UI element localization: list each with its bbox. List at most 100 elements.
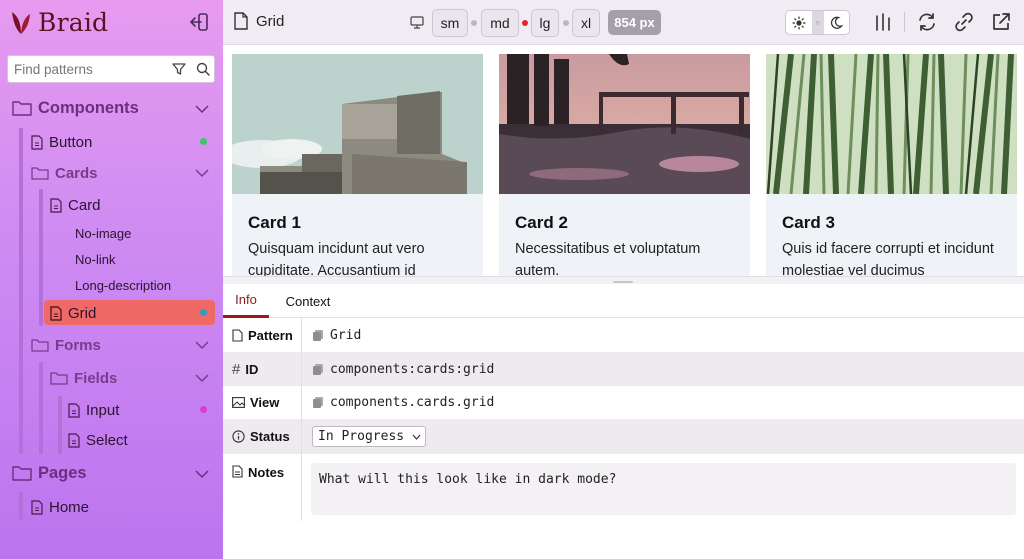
nav-group-forms[interactable]: Forms [31, 333, 101, 357]
nav-item-card[interactable]: Card [50, 193, 101, 217]
chevron-down-icon[interactable] [195, 168, 209, 178]
refresh-icon[interactable] [916, 11, 938, 33]
toolbar: Grid sm md lg xl 854 px ○ [223, 0, 1024, 45]
info-value: Grid [302, 318, 1024, 352]
nav-label: No-image [75, 225, 132, 241]
card-description: Quis id facere corrupti et incidunt mole… [782, 241, 994, 276]
pattern-id-value: components:cards:grid [330, 361, 495, 377]
nav-label: Fields [74, 369, 118, 387]
status-dot [200, 406, 207, 413]
info-key: Pattern [223, 318, 302, 352]
nav-label: Card [68, 196, 101, 214]
copy-icon[interactable] [312, 363, 324, 376]
nav-label: No-link [75, 251, 116, 267]
nav-item-grid[interactable]: Grid [50, 301, 96, 325]
info-key: # ID [223, 352, 302, 386]
chevron-down-icon[interactable] [195, 340, 209, 350]
chevron-down-icon [412, 434, 421, 440]
nav-item-select[interactable]: Select [68, 428, 128, 452]
theme-auto-option[interactable]: ○ [811, 11, 824, 34]
folder-icon [50, 372, 68, 385]
chevron-down-icon[interactable] [195, 373, 209, 383]
nav-group-fields[interactable]: Fields [50, 366, 117, 390]
brand[interactable]: Braid [10, 8, 108, 37]
info-key-label: Notes [248, 465, 285, 480]
info-key-label: Pattern [248, 327, 293, 343]
search-input[interactable] [14, 61, 164, 77]
info-icon [232, 430, 245, 443]
filter-icon[interactable] [171, 61, 187, 77]
nav-section-pages[interactable]: Pages [12, 461, 87, 485]
breakpoint-current-dot [522, 20, 528, 26]
info-value: components:cards:grid [302, 352, 1024, 386]
panel-resize-handle[interactable] [223, 276, 1024, 284]
nav-group-cards[interactable]: Cards [31, 161, 98, 185]
breakpoint-lg-button[interactable]: lg [531, 9, 559, 37]
pattern-title: Grid [234, 12, 284, 30]
theme-toggle[interactable]: ○ [785, 10, 850, 35]
notes-textarea[interactable]: What will this look like in dark mode? [311, 463, 1016, 515]
nav-label: Input [86, 401, 120, 419]
file-icon [50, 305, 62, 321]
nav-item-no-link[interactable]: No-link [75, 247, 115, 271]
file-icon [31, 134, 43, 150]
search-icon[interactable] [195, 61, 211, 77]
card[interactable]: Card 2 Necessitatibus et voluptatum aute… [499, 54, 750, 276]
file-icon [232, 328, 243, 342]
file-icon [50, 197, 62, 213]
nav-label: Pages [38, 463, 87, 482]
nav-item-input[interactable]: Input [68, 398, 119, 422]
tab-context[interactable]: Context [277, 284, 339, 318]
chevron-down-icon[interactable] [195, 104, 209, 114]
info-key-label: ID [245, 361, 259, 377]
sun-icon[interactable] [786, 11, 812, 34]
app-name: Braid [38, 8, 109, 37]
tree-line [39, 362, 43, 454]
nav-item-long-description[interactable]: Long-description [75, 273, 171, 297]
viewport-width-badge: 854 px [608, 10, 661, 35]
nav-item-button[interactable]: Button [31, 130, 92, 154]
card-image-building [232, 54, 483, 194]
hash-icon: # [232, 360, 241, 378]
nav-label: Select [86, 431, 128, 449]
link-icon[interactable] [953, 11, 975, 33]
ruler-icon[interactable] [872, 11, 894, 33]
copy-icon[interactable] [312, 396, 324, 409]
breakpoint-sm-button[interactable]: sm [432, 9, 468, 37]
tree-line [39, 189, 43, 326]
monitor-icon [410, 16, 424, 29]
pattern-preview: Card 1 Quisquam incidunt aut vero cupidi… [223, 45, 1024, 276]
status-select[interactable]: In Progress [312, 426, 427, 447]
folder-icon [31, 339, 49, 352]
card-title: Card 2 [515, 213, 568, 232]
external-link-icon[interactable] [990, 11, 1012, 33]
braid-logo-icon [12, 11, 30, 34]
nav-item-no-image[interactable]: No-image [75, 221, 131, 245]
tab-info[interactable]: Info [223, 284, 269, 318]
card[interactable]: Card 3 Quis id facere corrupti et incidu… [766, 54, 1017, 276]
chevron-down-icon[interactable] [195, 469, 209, 479]
tree-line [58, 396, 62, 454]
pattern-title-text: Grid [256, 12, 285, 30]
moon-icon[interactable] [824, 11, 850, 34]
nav-item-home[interactable]: Home [31, 495, 89, 519]
copy-icon[interactable] [312, 329, 324, 342]
file-icon [234, 12, 248, 30]
card-title: Card 1 [248, 213, 301, 232]
info-key: Status [223, 419, 302, 454]
info-row-view: View components.cards.grid [223, 386, 1024, 419]
file-icon [68, 402, 80, 418]
card[interactable]: Card 1 Quisquam incidunt aut vero cupidi… [232, 54, 483, 276]
nav-section-components[interactable]: Components [12, 96, 139, 120]
image-icon [232, 397, 245, 408]
collapse-sidebar-icon[interactable] [188, 11, 210, 33]
status-dot [200, 138, 207, 145]
tree-line [19, 128, 23, 454]
nav-label: Button [49, 133, 93, 151]
nav-label: Home [49, 498, 90, 516]
breakpoint-xl-button[interactable]: xl [572, 9, 600, 37]
pattern-name-value: Grid [330, 327, 362, 343]
breakpoint-md-button[interactable]: md [481, 9, 519, 37]
sidebar: Braid Components Button Cards [0, 0, 223, 559]
nav-label: Components [38, 98, 139, 117]
